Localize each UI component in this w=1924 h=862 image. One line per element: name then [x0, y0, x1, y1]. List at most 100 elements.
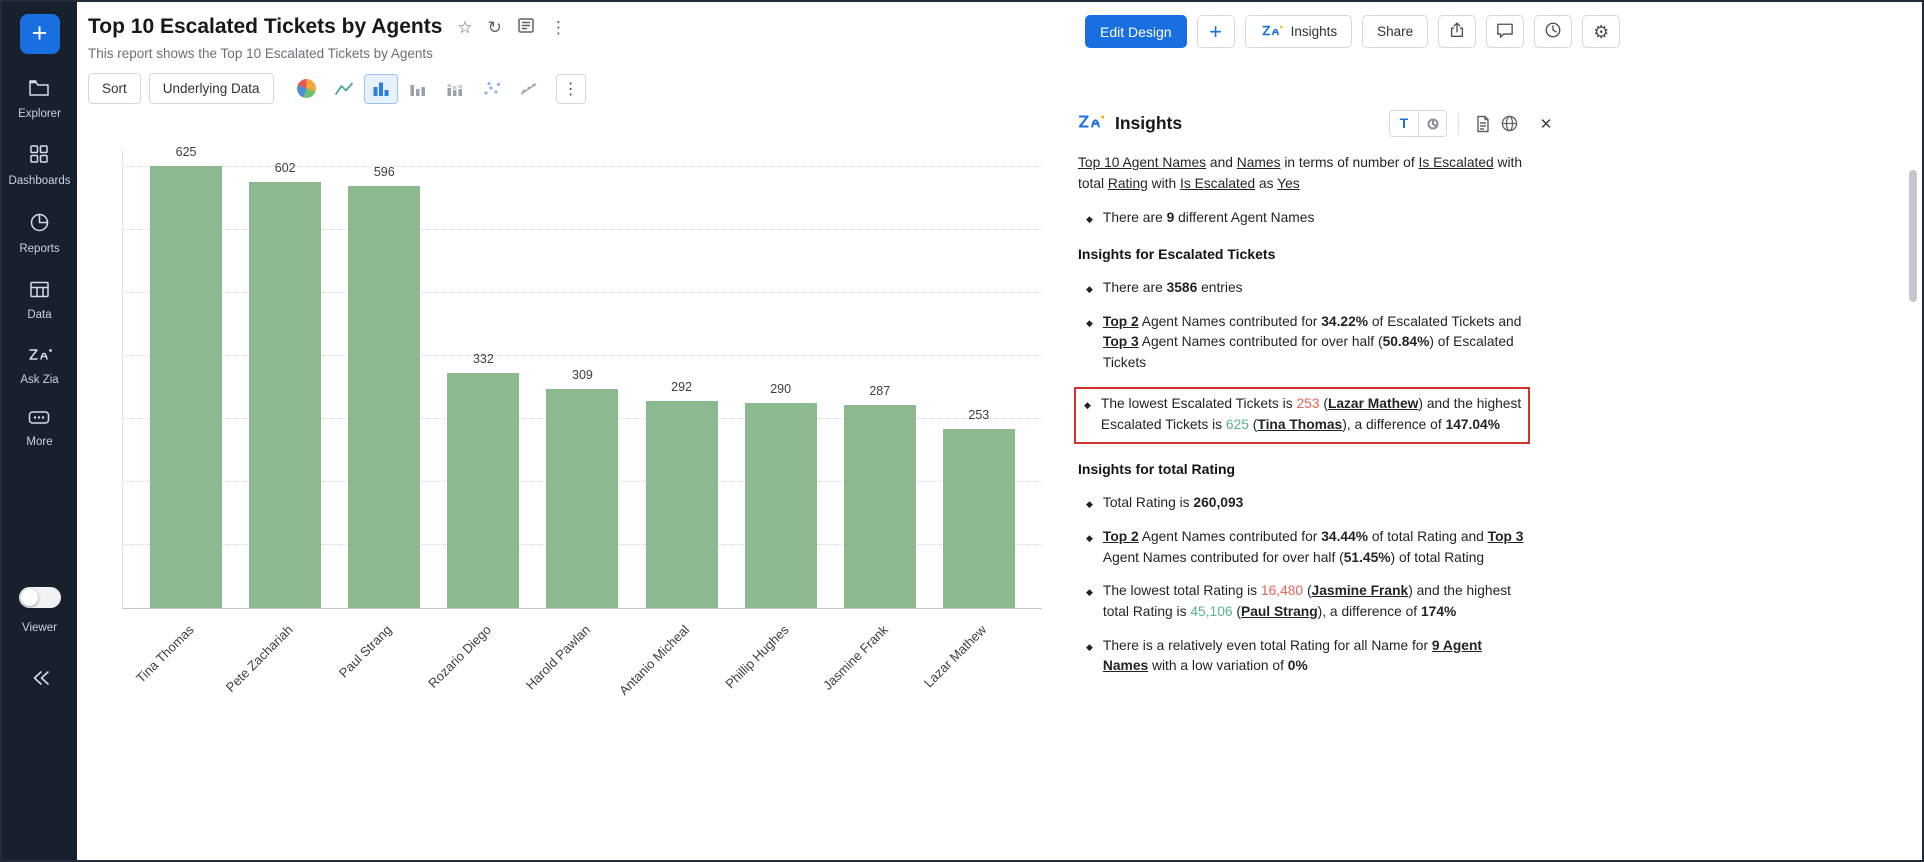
bullet-marker: ◆	[1084, 399, 1091, 435]
scrollbar-thumb[interactable]	[1909, 170, 1917, 302]
line-chart-type-icon[interactable]	[327, 74, 361, 104]
insight-bullet-text: There is a relatively even total Rating …	[1103, 636, 1530, 677]
insight-text-segment: 50.84%	[1383, 334, 1430, 349]
sidebar-item-more[interactable]: More	[26, 410, 52, 448]
bar[interactable]	[745, 403, 817, 608]
collapse-sidebar-icon[interactable]	[29, 669, 51, 692]
bar-group[interactable]: 625Tina Thomas	[150, 149, 222, 608]
create-new-button[interactable]: +	[20, 14, 60, 54]
insight-link[interactable]: Lazar Mathew	[1328, 396, 1418, 411]
bar-group[interactable]: 309Harold Pawlan	[546, 149, 618, 608]
share-button-label: Share	[1377, 24, 1413, 39]
insights-panel-header: Insights T ✕	[1066, 100, 1566, 147]
save-icon[interactable]	[517, 17, 535, 37]
bar[interactable]	[943, 429, 1015, 608]
insight-text-segment: 253	[1296, 396, 1319, 411]
bar[interactable]	[249, 182, 321, 608]
insight-bullet: ◆ There are 9 different Agent Names	[1078, 208, 1530, 229]
report-header: Top 10 Escalated Tickets by Agents ☆ ↻ ⋮	[88, 15, 567, 39]
insight-text-segment: Agent Names contributed for	[1139, 314, 1322, 329]
stacked-bar-chart-type-icon[interactable]	[438, 74, 472, 104]
bullet-marker: ◆	[1086, 498, 1093, 514]
bar[interactable]	[844, 405, 916, 608]
insight-text-segment: Agent Names contributed for over half (	[1103, 550, 1344, 565]
plus-icon: +	[1209, 19, 1222, 45]
bar-group[interactable]: 290Phillip Hughes	[745, 149, 817, 608]
insights-panel-title: Insights	[1115, 113, 1182, 134]
close-icon[interactable]: ✕	[1534, 115, 1558, 133]
bar[interactable]	[546, 389, 618, 608]
bar[interactable]	[348, 186, 420, 608]
bar-chart-type-icon-selected[interactable]	[364, 74, 398, 104]
bar-group[interactable]: 253Lazar Mathew	[943, 149, 1015, 608]
plot-area: 625Tina Thomas 602Pete Zachariah 596Paul S…	[122, 149, 1042, 609]
globe-icon[interactable]	[1496, 111, 1522, 137]
pie-chart-type-icon[interactable]	[290, 74, 324, 104]
close-x: ✕	[1540, 116, 1553, 133]
favorite-star-icon[interactable]: ☆	[457, 19, 472, 36]
refresh-icon[interactable]: ↻	[488, 19, 502, 36]
bar-group[interactable]: 596Paul Strang	[348, 149, 420, 608]
sidebar-item-explorer[interactable]: Explorer	[18, 78, 61, 120]
insight-link[interactable]: Top 2	[1103, 529, 1139, 544]
bar-group[interactable]: 602Pete Zachariah	[249, 149, 321, 608]
sidebar-item-dashboards[interactable]: Dashboards	[8, 144, 70, 187]
edit-design-button[interactable]: Edit Design	[1085, 15, 1187, 48]
insight-link[interactable]: Top 10 Agent Names	[1078, 155, 1206, 170]
insight-link[interactable]: Is Escalated	[1419, 155, 1494, 170]
comments-button[interactable]	[1486, 15, 1524, 48]
insight-link[interactable]: Top 3	[1488, 529, 1524, 544]
insight-link[interactable]: Rating	[1108, 176, 1148, 191]
folder-icon	[28, 78, 50, 101]
zia-icon	[1076, 112, 1106, 136]
bar-group[interactable]: 287Jasmine Frank	[844, 149, 916, 608]
viewer-mode-toggle[interactable]	[19, 587, 61, 608]
bar[interactable]	[646, 401, 718, 608]
header-actions: Edit Design + Insights Share ⚙	[1085, 15, 1620, 48]
insight-bullet: ◆There is a relatively even total Rating…	[1078, 636, 1530, 677]
chart-view-button[interactable]	[1418, 111, 1446, 136]
bar-group[interactable]: 292Antanio Micheal	[646, 149, 718, 608]
settings-button[interactable]: ⚙	[1582, 15, 1620, 48]
insight-link[interactable]: Jasmine Frank	[1312, 583, 1409, 598]
bar-value-label: 625	[140, 145, 232, 159]
share-button[interactable]: Share	[1362, 15, 1428, 48]
add-button[interactable]: +	[1197, 15, 1235, 48]
toolbar-more-icon[interactable]: ⋮	[556, 74, 586, 104]
bar[interactable]	[150, 166, 222, 608]
scatter-chart-type-icon[interactable]	[475, 74, 509, 104]
insight-link[interactable]: Is Escalated	[1180, 176, 1255, 191]
insight-text-segment: (	[1320, 396, 1328, 411]
underlying-data-button[interactable]: Underlying Data	[149, 73, 274, 104]
insight-link[interactable]: Top 3	[1103, 334, 1139, 349]
insight-link[interactable]: Yes	[1277, 176, 1300, 191]
insights-button[interactable]: Insights	[1245, 15, 1353, 48]
combo-chart-type-icon[interactable]	[512, 74, 546, 104]
insight-link[interactable]: Paul Strang	[1241, 604, 1318, 619]
sidebar-item-reports[interactable]: Reports	[19, 212, 59, 256]
history-button[interactable]	[1534, 15, 1572, 48]
document-icon[interactable]	[1470, 111, 1496, 137]
column-chart-type-icon[interactable]	[401, 74, 435, 104]
sidebar-item-ask-zia[interactable]: Ask Zia	[20, 346, 58, 386]
vertical-scrollbar[interactable]	[1909, 162, 1917, 707]
x-axis-label: Harold Pawlan	[523, 622, 593, 692]
more-options-icon[interactable]: ⋮	[550, 19, 567, 36]
sort-button[interactable]: Sort	[88, 73, 141, 104]
insight-bullet: ◆There are 3586 entries	[1078, 278, 1530, 299]
insight-text-segment: 0%	[1288, 658, 1308, 673]
insight-link[interactable]: Tina Thomas	[1257, 417, 1342, 432]
bullet-marker: ◆	[1086, 213, 1093, 229]
bar-value-label: 253	[933, 408, 1025, 422]
insight-link[interactable]: Top 2	[1103, 314, 1139, 329]
bar-group[interactable]: 332Rozario Diego	[447, 149, 519, 608]
text-view-button[interactable]: T	[1390, 111, 1418, 136]
insight-bullet-text: There are 9 different Agent Names	[1103, 208, 1530, 229]
insight-text-segment: 260,093	[1193, 495, 1243, 510]
insight-bullet: ◆Top 2 Agent Names contributed for 34.44…	[1078, 527, 1530, 568]
sidebar-item-data[interactable]: Data	[27, 280, 51, 322]
app-window: + Explorer Dashboards Reports Data Ask Z…	[0, 0, 1924, 862]
bar[interactable]	[447, 373, 519, 608]
insight-link[interactable]: Names	[1237, 155, 1281, 170]
export-button[interactable]	[1438, 15, 1476, 48]
